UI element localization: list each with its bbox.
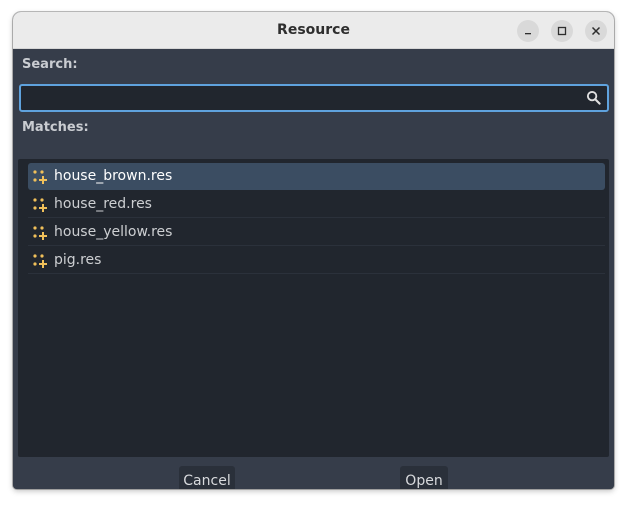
resource-dialog: Resource Search: Matches: house_brown.re… — [13, 12, 614, 489]
resource-icon — [33, 254, 47, 268]
maximize-button[interactable] — [551, 20, 573, 42]
minimize-button[interactable] — [517, 20, 539, 42]
maximize-icon — [557, 26, 567, 36]
matches-label: Matches: — [22, 120, 89, 135]
list-item[interactable]: house_brown.res — [28, 163, 605, 190]
list-item[interactable]: house_yellow.res — [28, 219, 605, 246]
cancel-button[interactable]: Cancel — [179, 466, 235, 489]
matches-list[interactable]: house_brown.res house_red.res house_yell… — [18, 159, 609, 457]
search-field[interactable] — [19, 84, 609, 112]
minimize-icon — [525, 33, 531, 35]
close-button[interactable] — [585, 20, 607, 42]
search-label: Search: — [22, 57, 78, 72]
list-item-label: house_yellow.res — [54, 224, 173, 240]
list-item[interactable]: pig.res — [28, 247, 605, 274]
search-input[interactable] — [25, 88, 579, 110]
open-button[interactable]: Open — [400, 466, 448, 489]
resource-icon — [33, 226, 47, 240]
list-item-label: house_red.res — [54, 196, 152, 212]
close-icon — [591, 26, 601, 36]
titlebar[interactable]: Resource — [13, 12, 614, 49]
list-item[interactable]: house_red.res — [28, 191, 605, 218]
list-item-label: pig.res — [54, 252, 102, 268]
resource-icon — [33, 170, 47, 184]
dialog-body: Search: Matches: house_brown.res house_r… — [13, 49, 614, 489]
resource-icon — [33, 198, 47, 212]
search-icon — [586, 90, 601, 105]
list-item-label: house_brown.res — [54, 168, 173, 184]
